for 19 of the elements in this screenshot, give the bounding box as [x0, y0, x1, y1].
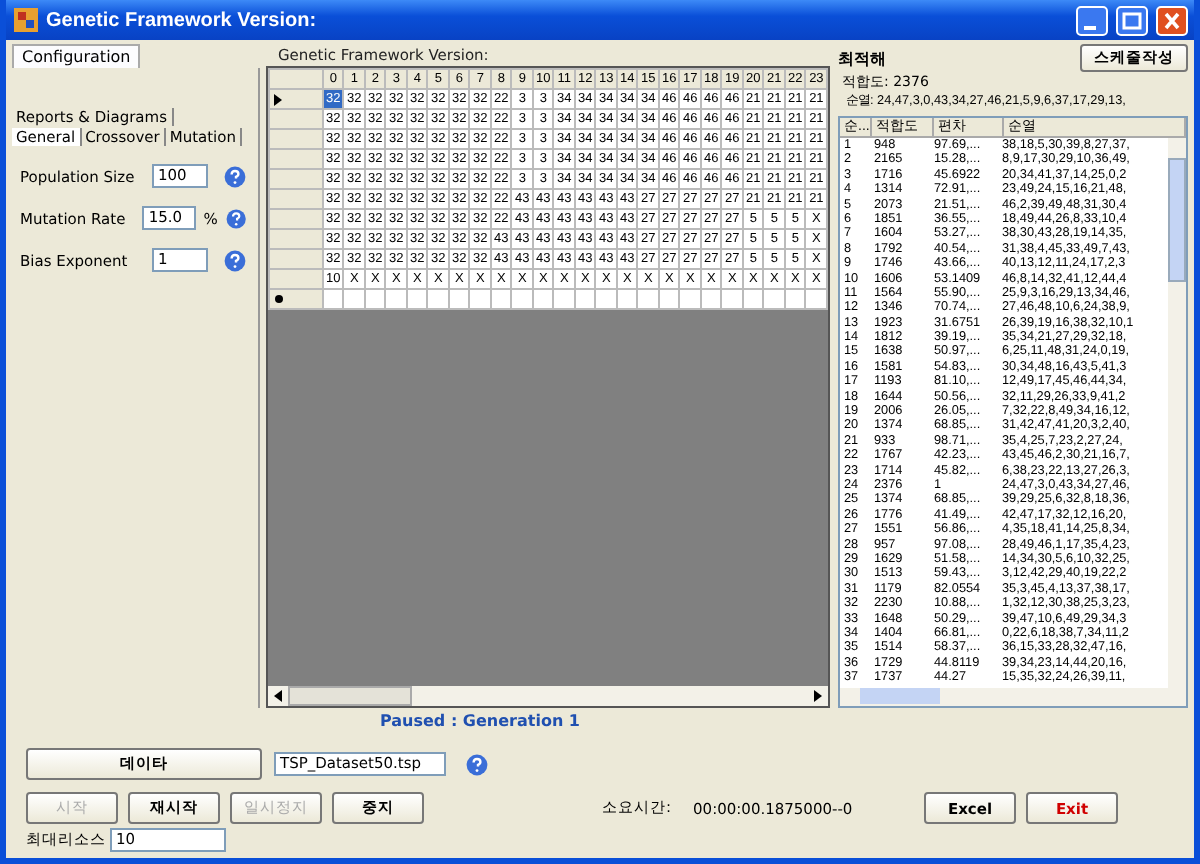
- vertical-scrollbar[interactable]: [1168, 138, 1186, 688]
- new-row-icon: [274, 294, 284, 304]
- help-icon[interactable]: [225, 207, 246, 229]
- help-icon[interactable]: [466, 753, 488, 775]
- app-icon: [14, 8, 38, 32]
- horizontal-scrollbar[interactable]: [840, 688, 1186, 706]
- configuration-tab[interactable]: Configuration: [12, 44, 141, 68]
- scroll-right-icon[interactable]: [812, 690, 824, 702]
- help-icon[interactable]: [224, 165, 246, 187]
- minimize-icon[interactable]: [1076, 5, 1108, 35]
- close-icon[interactable]: [1156, 5, 1188, 35]
- window-title: Genetic Framework Version:: [46, 9, 317, 31]
- best-solution-title: 최적해: [838, 47, 886, 69]
- scroll-left-icon[interactable]: [272, 690, 284, 702]
- status-text: Paused : Generation 1: [378, 712, 582, 734]
- current-row-icon: [274, 93, 282, 105]
- maximize-icon[interactable]: [1116, 5, 1148, 35]
- horizontal-scrollbar[interactable]: [268, 686, 828, 706]
- help-icon[interactable]: [224, 249, 246, 271]
